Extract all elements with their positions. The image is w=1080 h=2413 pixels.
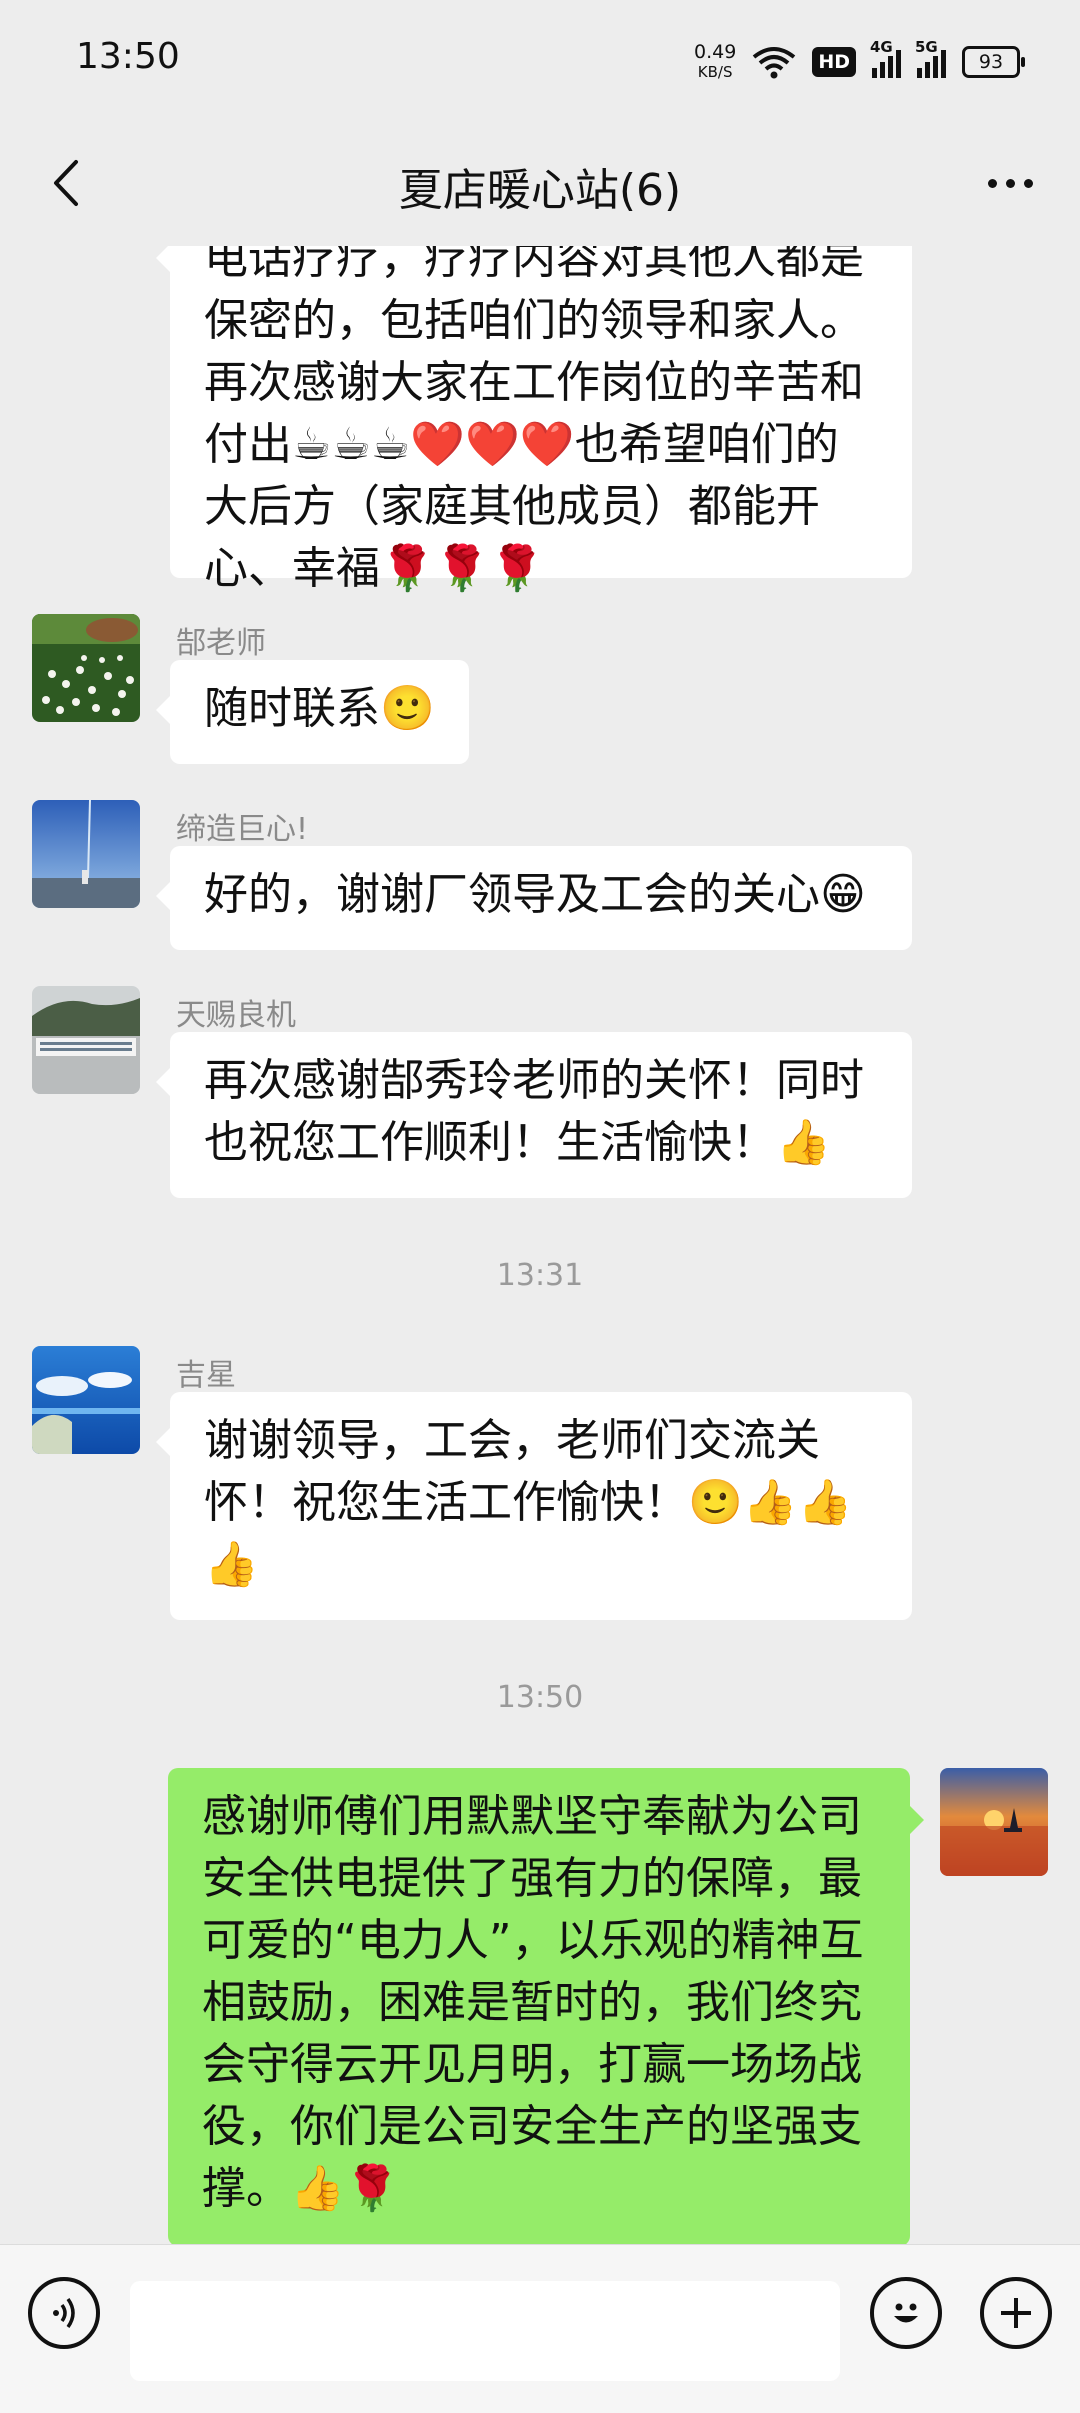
message-bubble[interactable]: 谢谢领导，工会，老师们交流关 怀！祝您生活工作愉快！🙂👍👍 👍 xyxy=(156,1392,912,1620)
message-line: 感谢师傅们用默默坚守奉献为公司 xyxy=(202,1791,862,1842)
avatar[interactable] xyxy=(32,800,140,908)
avatar-ship-image xyxy=(32,986,140,1094)
message-input[interactable] xyxy=(130,2281,840,2381)
avatar-sky-image xyxy=(32,800,140,908)
avatar-flowers-image xyxy=(32,614,140,722)
message-line: 心、幸福🌹🌹🌹 xyxy=(204,543,545,594)
message-bubble[interactable]: 再次感谢郜秀玲老师的关怀！同时 也祝您工作顺利！生活愉快！👍 xyxy=(156,1032,912,1198)
voice-icon xyxy=(53,2297,75,2329)
message-bubble[interactable]: 好的，谢谢厂领导及工会的关心😁 xyxy=(156,846,912,950)
more-button[interactable] xyxy=(970,148,1050,218)
message-text: 好的，谢谢厂领导及工会的关心😁 xyxy=(204,869,866,920)
sender-name: 缔造巨心! xyxy=(176,812,309,847)
message-line: 怀！祝您生活工作愉快！🙂👍👍 xyxy=(204,1477,853,1528)
message-line: 可爱的“电力人”，以乐观的精神互 xyxy=(202,1915,864,1966)
voice-button[interactable] xyxy=(28,2277,100,2349)
status-bar: 13:50 0.49 KB/S HD 4G 5G 93 xyxy=(0,0,1080,120)
sender-name: 吉星 xyxy=(176,1358,236,1393)
signal-5g-label: 5G xyxy=(915,38,938,56)
message-line: 撑。👍🌹 xyxy=(202,2163,400,2214)
avatar[interactable] xyxy=(32,1346,140,1454)
message-line: 再次感谢大家在工作岗位的辛苦和 xyxy=(204,357,864,408)
message-line: 👍 xyxy=(204,1539,259,1590)
message-line: 保密的，包括咱们的领导和家人。 xyxy=(204,295,864,346)
message-line: 安全供电提供了强有力的保障，最 xyxy=(202,1853,862,1904)
status-icons: 0.49 KB/S HD 4G 5G 93 xyxy=(694,36,1025,88)
message-bubble[interactable]: 电话疗疗，疗疗内容对其他人都是 保密的，包括咱们的领导和家人。 再次感谢大家在工… xyxy=(156,246,912,594)
plus-icon xyxy=(1001,2298,1031,2328)
avatar-sunset-image xyxy=(940,1768,1048,1876)
avatar[interactable] xyxy=(32,986,140,1094)
message-line: 会守得云开见月明，打赢一场场战 xyxy=(202,2039,862,2090)
more-actions-button[interactable] xyxy=(980,2277,1052,2349)
sender-name: 天赐良机 xyxy=(176,998,296,1033)
input-bar xyxy=(0,2244,1080,2413)
message-line: 相鼓励，困难是暂时的，我们终究 xyxy=(202,1977,862,2028)
message-line: 付出☕☕☕❤️❤️❤️也希望咱们的 xyxy=(204,419,839,470)
wifi-icon xyxy=(753,47,796,79)
message-line: 谢谢领导，工会，老师们交流关 xyxy=(204,1415,820,1466)
battery-level: 93 xyxy=(978,51,1004,73)
avatar-self[interactable] xyxy=(940,1768,1048,1876)
smile-icon xyxy=(894,2303,918,2323)
message-line: 也祝您工作顺利！生活愉快！👍 xyxy=(204,1117,831,1168)
message-line: 电话疗疗，疗疗内容对其他人都是 xyxy=(204,246,864,284)
timestamp: 13:31 xyxy=(496,1258,584,1293)
status-time: 13:50 xyxy=(76,36,180,77)
avatar[interactable] xyxy=(32,614,140,722)
net-speed-indicator: 0.49 KB/S xyxy=(694,42,736,82)
net-speed-value: 0.49 xyxy=(694,41,737,63)
chat-header: 夏店暖心站(6) xyxy=(0,120,1080,246)
avatar-sea-image xyxy=(32,1346,140,1454)
message-list[interactable]: 电话疗疗，疗疗内容对其他人都是 保密的，包括咱们的领导和家人。 再次感谢大家在工… xyxy=(0,246,1080,2244)
message-line: 再次感谢郜秀玲老师的关怀！同时 xyxy=(204,1055,864,1106)
signal-4g-icon: 4G xyxy=(870,38,901,78)
more-dot-icon xyxy=(987,178,997,188)
message-line: 役，你们是公司安全生产的坚强支 xyxy=(202,2101,862,2152)
signal-4g-label: 4G xyxy=(870,38,893,56)
emoji-button[interactable] xyxy=(870,2277,942,2349)
message-text: 随时联系🙂 xyxy=(204,683,435,734)
more-dot-icon xyxy=(1023,178,1033,188)
hd-badge: HD xyxy=(812,47,856,77)
message-bubble-self[interactable]: 感谢师傅们用默默坚守奉献为公司 安全供电提供了强有力的保障，最 可爱的“电力人”… xyxy=(168,1768,924,2244)
sender-name: 郜老师 xyxy=(176,626,266,661)
timestamp: 13:50 xyxy=(496,1680,584,1715)
net-speed-unit: KB/S xyxy=(697,63,733,81)
message-bubble[interactable]: 随时联系🙂 xyxy=(156,660,469,764)
message-line: 大后方（家庭其他成员）都能开 xyxy=(204,481,820,532)
chat-title: 夏店暖心站(6) xyxy=(398,165,682,216)
signal-5g-icon: 5G xyxy=(915,38,946,78)
battery-icon: 93 xyxy=(962,46,1025,78)
more-dot-icon xyxy=(1005,178,1015,188)
